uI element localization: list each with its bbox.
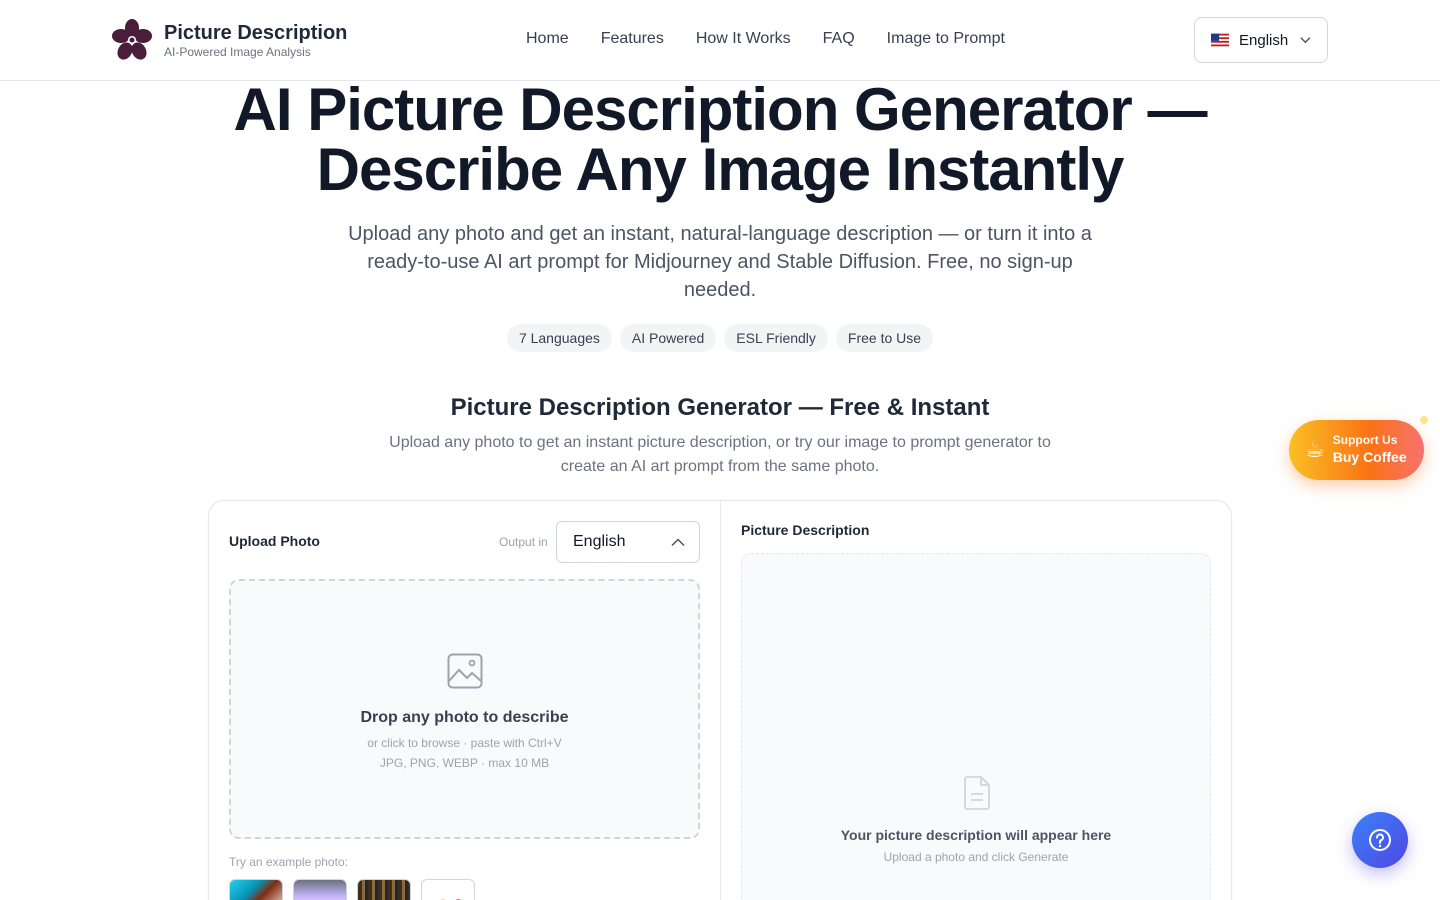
dropzone-title: Drop any photo to describe (360, 709, 569, 726)
tag-ai-powered: AI Powered (619, 324, 717, 352)
tag-esl-friendly: ESL Friendly (724, 324, 828, 352)
example-thumbnails (229, 879, 475, 900)
tag-languages: 7 Languages (506, 324, 612, 352)
output-in-label: Output in (499, 535, 548, 549)
feature-tags: 7 Languages AI Powered ESL Friendly Free… (0, 324, 1440, 352)
main-nav: Home Features How It Works FAQ Image to … (510, 28, 1021, 50)
nav-features[interactable]: Features (601, 28, 664, 50)
output-language-select[interactable]: English (556, 521, 700, 563)
buy-coffee-label: Buy Coffee (1332, 449, 1407, 465)
examples-label: Try an example photo: (229, 855, 348, 869)
nav-image-to-prompt[interactable]: Image to Prompt (887, 28, 1005, 50)
support-us-label: Support Us (1332, 433, 1398, 447)
language-label: English (1239, 31, 1289, 49)
nav-how-it-works[interactable]: How It Works (696, 28, 791, 50)
tag-free: Free to Use (835, 324, 934, 352)
document-icon (964, 776, 990, 810)
notification-dot (1420, 416, 1428, 424)
output-language-value: English (573, 533, 626, 550)
question-circle-icon (1369, 829, 1391, 851)
nav-home[interactable]: Home (526, 28, 569, 50)
description-output: Your picture description will appear her… (741, 553, 1211, 900)
hero-title-line-1: AI Picture Description Generator — (233, 76, 1208, 143)
example-photo-portrait[interactable] (229, 879, 283, 900)
brand-title: Picture Description (164, 22, 348, 44)
hero-subtitle: Upload any photo and get an instant, nat… (348, 223, 1092, 301)
chevron-down-icon (1300, 37, 1311, 44)
coffee-icon: ☕ (1305, 437, 1325, 462)
picture-description-label: Picture Description (741, 522, 870, 538)
section-subtitle: Upload any photo to get an instant pictu… (389, 434, 1051, 475)
brand-subtitle: AI-Powered Image Analysis (164, 45, 311, 59)
example-photo-sky[interactable] (293, 879, 347, 900)
example-photo-object[interactable] (421, 879, 475, 900)
nav-faq[interactable]: FAQ (823, 28, 855, 50)
image-upload-icon (447, 653, 483, 689)
help-button[interactable] (1352, 812, 1408, 868)
photo-dropzone[interactable]: Drop any photo to describe or click to b… (229, 579, 700, 839)
chevron-up-icon (671, 537, 685, 546)
us-flag-icon (1211, 33, 1229, 47)
dropzone-hint: or click to browse · paste with Ctrl+V (367, 736, 562, 750)
language-selector[interactable]: English (1194, 17, 1328, 63)
buy-coffee-button[interactable]: ☕ Support Us Buy Coffee (1289, 420, 1424, 480)
brand[interactable]: Picture Description AI-Powered Image Ana… (112, 18, 347, 62)
site-header: Picture Description AI-Powered Image Ana… (0, 0, 1440, 81)
description-placeholder-subtitle: Upload a photo and click Generate (883, 850, 1069, 864)
hero-title-line-2: Describe Any Image Instantly (316, 136, 1125, 203)
hero-title: AI Picture Description Generator — Descr… (0, 80, 1440, 200)
dropzone-formats: JPG, PNG, WEBP · max 10 MB (379, 756, 550, 770)
upload-photo-label: Upload Photo (229, 533, 320, 549)
example-photo-forest[interactable] (357, 879, 411, 900)
column-divider (720, 501, 721, 900)
description-placeholder-title: Your picture description will appear her… (840, 827, 1112, 843)
section-title: Picture Description Generator — Free & I… (450, 394, 990, 421)
flower-logo-icon (112, 19, 152, 60)
